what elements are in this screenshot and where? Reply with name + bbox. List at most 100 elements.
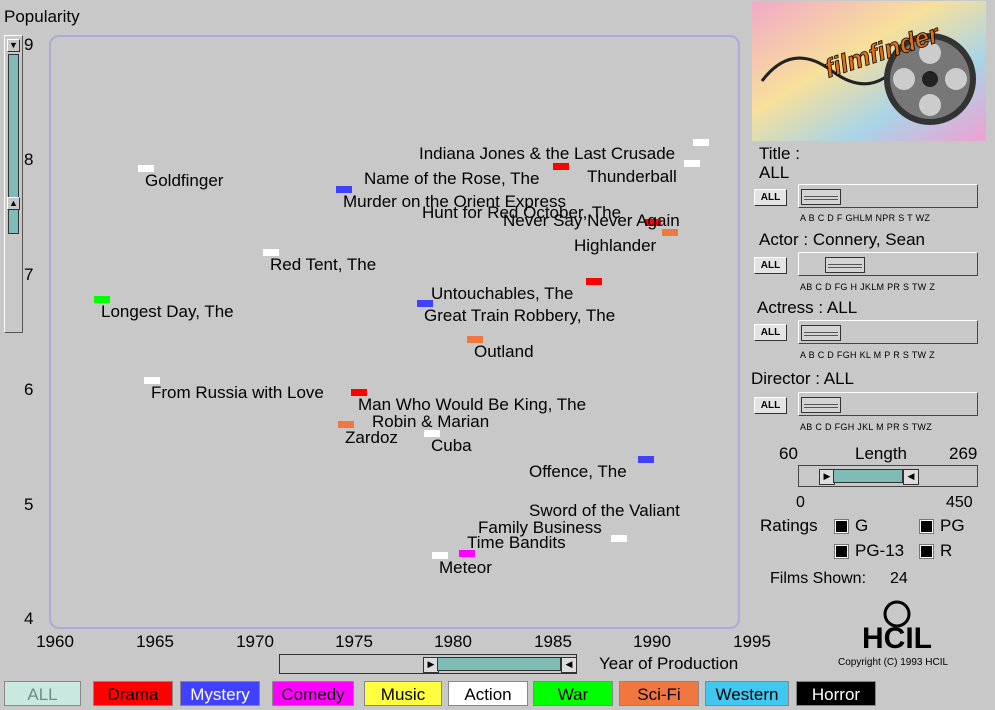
filmfinder-logo: filmfinder bbox=[752, 1, 986, 141]
director-filter-label: Director : ALL bbox=[751, 369, 854, 388]
slider-top-arrow-icon[interactable]: ▼ bbox=[7, 39, 20, 52]
genre-music-button[interactable]: Music bbox=[364, 681, 442, 706]
copyright-text: Copyright (C) 1993 HCIL bbox=[838, 657, 949, 668]
director-alpha-slider[interactable] bbox=[798, 392, 978, 416]
genre-war-button[interactable]: War bbox=[533, 681, 613, 706]
actor-alpha-slider[interactable] bbox=[798, 252, 978, 276]
title-alphabet-index: A B C D F GHLM NPR S T WZ bbox=[800, 213, 931, 223]
film-label: Meteor bbox=[439, 558, 492, 577]
rating-pg13-label: PG-13 bbox=[855, 541, 905, 560]
x-tick-label: 1980 bbox=[434, 632, 472, 651]
x-tick-label: 1990 bbox=[633, 632, 671, 651]
rating-r-checkbox[interactable] bbox=[919, 544, 934, 559]
actress-filter-label: Actress : ALL bbox=[757, 298, 858, 317]
length-min-value: 60 bbox=[779, 444, 798, 463]
year-slider-right-thumb-icon[interactable]: ◀ bbox=[561, 657, 577, 673]
hcil-logo: HCIL bbox=[860, 600, 935, 655]
x-tick-label: 1960 bbox=[36, 632, 74, 651]
actress-all-button[interactable]: ALL bbox=[754, 324, 787, 341]
actor-slider-thumb[interactable] bbox=[825, 257, 865, 273]
y-tick-label: 9 bbox=[24, 35, 34, 54]
films-shown-label: Films Shown: bbox=[770, 570, 867, 587]
x-tick-label: 1965 bbox=[136, 632, 174, 651]
year-range-fill[interactable] bbox=[437, 657, 561, 671]
director-all-button[interactable]: ALL bbox=[754, 397, 787, 414]
title-alpha-slider[interactable] bbox=[798, 184, 978, 208]
director-slider-thumb[interactable] bbox=[801, 397, 841, 413]
length-range-fill[interactable] bbox=[833, 469, 903, 483]
actor-filter-label: Actor : Connery, Sean bbox=[759, 230, 925, 249]
film-marker[interactable] bbox=[338, 421, 354, 428]
film-marker[interactable] bbox=[638, 456, 654, 463]
film-label: Untouchables, The bbox=[431, 284, 574, 303]
film-marker[interactable] bbox=[553, 163, 569, 170]
film-label: Name of the Rose, The bbox=[364, 169, 540, 188]
length-right-thumb-icon[interactable]: ◀ bbox=[903, 469, 919, 485]
film-label: From Russia with Love bbox=[151, 383, 324, 402]
x-tick-label: 1975 bbox=[335, 632, 373, 651]
film-marker[interactable] bbox=[684, 160, 700, 167]
title-slider-thumb[interactable] bbox=[801, 189, 841, 205]
y-tick-label: 5 bbox=[24, 495, 34, 514]
length-scale-min: 0 bbox=[796, 494, 805, 511]
y-tick-label: 8 bbox=[24, 150, 34, 169]
y-tick-label: 7 bbox=[24, 265, 34, 284]
genre-horror-button[interactable]: Horror bbox=[796, 681, 876, 706]
genre-scifi-button[interactable]: Sci-Fi bbox=[619, 681, 699, 706]
films-shown-count: 24 bbox=[890, 570, 908, 587]
film-marker[interactable] bbox=[611, 535, 627, 542]
title-all-button[interactable]: ALL bbox=[754, 189, 787, 206]
actor-alphabet-index: AB C D FG H JKLM PR S TW Z bbox=[800, 282, 936, 292]
film-label: Longest Day, The bbox=[101, 302, 234, 321]
actress-alpha-slider[interactable] bbox=[798, 320, 978, 344]
genre-mystery-button[interactable]: Mystery bbox=[180, 681, 260, 706]
film-label: Never Say Never Again bbox=[503, 211, 680, 230]
hcil-logo-text: HCIL bbox=[862, 622, 932, 655]
popularity-range-slider[interactable]: ▼ ▲ bbox=[4, 35, 23, 333]
rating-g-label: G bbox=[855, 516, 869, 535]
film-label: Thunderball bbox=[587, 167, 677, 186]
film-label: Offence, The bbox=[529, 462, 627, 481]
title-filter-value: ALL bbox=[759, 163, 790, 182]
popularity-axis-title: Popularity bbox=[4, 7, 80, 26]
rating-pg-checkbox[interactable] bbox=[919, 519, 934, 534]
year-range-slider[interactable]: ▶ ◀ bbox=[279, 654, 577, 674]
genre-all-button[interactable]: ALL bbox=[4, 681, 81, 706]
x-tick-label: 1985 bbox=[534, 632, 572, 651]
film-label: Outland bbox=[474, 342, 534, 361]
rating-pg-label: PG bbox=[940, 516, 965, 535]
film-label: Cuba bbox=[431, 436, 472, 455]
film-label: Great Train Robbery, The bbox=[424, 306, 616, 325]
genre-western-button[interactable]: Western bbox=[705, 681, 789, 706]
film-label: Highlander bbox=[574, 236, 657, 255]
genre-drama-button[interactable]: Drama bbox=[93, 681, 173, 706]
x-tick-label: 1970 bbox=[236, 632, 274, 651]
length-scale-max: 450 bbox=[946, 494, 973, 511]
genre-comedy-button[interactable]: Comedy bbox=[272, 681, 354, 706]
actor-all-button[interactable]: ALL bbox=[754, 257, 787, 274]
film-label: Indiana Jones & the Last Crusade bbox=[419, 144, 676, 163]
film-label: Time Bandits bbox=[467, 533, 566, 552]
title-filter-label: Title : bbox=[759, 144, 800, 163]
length-label: Length bbox=[855, 444, 907, 463]
actress-alphabet-index: A B C D FGH KL M P R S TW Z bbox=[800, 350, 935, 360]
x-tick-label: 1995 bbox=[733, 632, 771, 651]
film-label: Red Tent, The bbox=[270, 255, 377, 274]
y-tick-label: 4 bbox=[24, 609, 34, 628]
genre-action-button[interactable]: Action bbox=[448, 681, 528, 706]
film-label: Goldfinger bbox=[145, 171, 224, 190]
ratings-label: Ratings bbox=[760, 516, 818, 535]
y-tick-label: 6 bbox=[24, 380, 34, 399]
rating-r-label: R bbox=[940, 541, 953, 560]
film-marker[interactable] bbox=[693, 139, 709, 146]
rating-pg13-checkbox[interactable] bbox=[834, 544, 849, 559]
length-range-slider[interactable]: ▶ ◀ bbox=[798, 465, 978, 487]
year-axis-title: Year of Production bbox=[599, 654, 739, 673]
film-label: Zardoz bbox=[345, 428, 398, 447]
starfield-plot-area[interactable] bbox=[49, 35, 740, 629]
actress-slider-thumb[interactable] bbox=[801, 325, 841, 341]
length-max-value: 269 bbox=[949, 444, 978, 463]
film-marker[interactable] bbox=[586, 278, 602, 285]
slider-bottom-arrow-icon[interactable]: ▲ bbox=[7, 197, 20, 210]
rating-g-checkbox[interactable] bbox=[834, 519, 849, 534]
